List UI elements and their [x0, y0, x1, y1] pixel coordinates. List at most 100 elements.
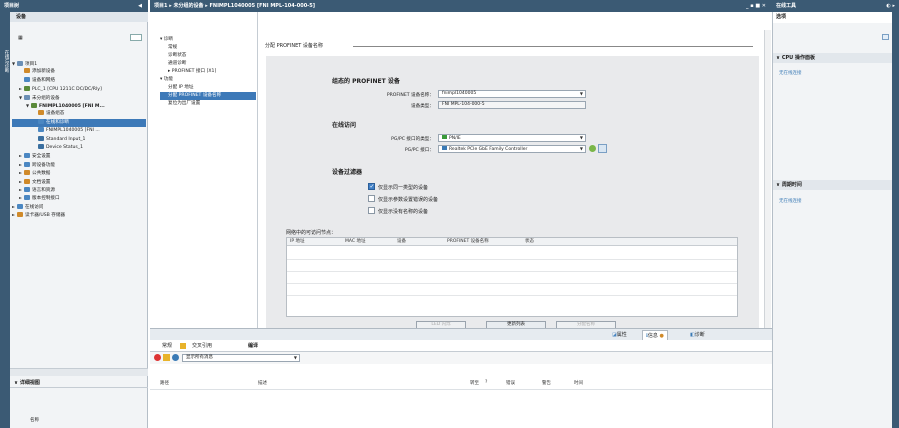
filter-no-name-label: 仅显示没有名称的设备 [378, 209, 429, 215]
tree-item[interactable]: ► PLC_1 [CPU 1211C DC/DC/Rly] [12, 85, 146, 93]
filter-same-type-label: 仅显示同一类型的设备 [378, 185, 429, 191]
nav-item[interactable]: ▾ 功能 [160, 76, 256, 84]
tree-item[interactable]: FNIMPL1040005 [FNI ... [12, 127, 146, 135]
tree-item[interactable]: 在线和诊断 [12, 118, 146, 127]
filter-same-type-checkbox[interactable] [368, 183, 375, 190]
message-filter-select[interactable]: 显示所有消息 [182, 354, 300, 362]
tree-item[interactable]: ► 公共数据 [12, 169, 146, 177]
project-tree-panel: 设备 ▦ ▼ 项目1 添加新设备 设备和网络 ► PLC_1 [CPU 1211C DC/… [10, 12, 148, 428]
tree-item[interactable]: Device Status_1 [12, 144, 146, 152]
options-pin-icon[interactable] [882, 34, 889, 40]
cycle-time-title: 周期时间 [781, 182, 802, 188]
tree-item-label: 语言和资源 [32, 188, 55, 193]
message-column-header[interactable]: 时间 [574, 380, 583, 386]
tree-item[interactable]: ► 在线访问 [12, 203, 146, 211]
iface-value: Realtek PCIe GbE Family Controller [449, 147, 528, 152]
message-column-header[interactable]: ? [485, 380, 487, 385]
table-column-header[interactable]: IP 地址 [290, 238, 304, 244]
main-vscrollbar[interactable] [764, 30, 771, 328]
nav-item[interactable]: ▾ 诊断 [160, 36, 256, 44]
tree-item[interactable]: Standard Input_1 [12, 135, 146, 144]
nav-item[interactable]: ▸ PROFINET 接口 [X1] [160, 68, 256, 76]
nav-item[interactable]: 通道诊断 [160, 60, 256, 68]
options-tab[interactable]: 选项 [773, 12, 893, 23]
table-column-header[interactable]: MAC 地址 [345, 238, 365, 244]
project-tree-titlebar: 项目树 ◀ [0, 0, 148, 12]
tab-general[interactable]: 常规 [158, 340, 176, 352]
filter-param-error-checkbox[interactable] [368, 195, 375, 202]
table-column-header[interactable]: 状态 [525, 238, 534, 244]
main-editor: 分配 PROFINET 设备名称 组态的 PROFINET 设备 PROFINE… [261, 12, 764, 329]
tree-item[interactable]: ► 语言和资源 [12, 186, 146, 194]
window-controls[interactable]: _ ▪ ■ ✕ [746, 0, 766, 12]
tab-compile[interactable]: 编译 [244, 340, 262, 352]
tree-item[interactable]: ► 跨设备功能 [12, 161, 146, 169]
tree-item[interactable]: ▼ 项目1 [12, 60, 146, 68]
warning-badge-icon [180, 343, 186, 349]
collapse-left-icon[interactable]: ◀ [138, 0, 142, 12]
tree-item[interactable]: ► 读卡器/USB 存储器 [12, 211, 146, 219]
side-tab-online-diag[interactable]: 在线与诊断 [1, 50, 9, 90]
device-name-input[interactable]: fnimpl1040005 [438, 90, 586, 98]
tree-item[interactable]: ► 版本控制接口 [12, 194, 146, 202]
tree-item-label: 在线和诊断 [46, 119, 69, 125]
warning-filter-icon[interactable] [163, 354, 170, 361]
device-type-field: FNI MPL-104-000-5 [438, 101, 586, 109]
nodes-table[interactable]: IP 地址 MAC 地址 设备 PROFINET 设备名称 状态 [286, 237, 738, 317]
properties-tab[interactable]: ◪属性 [612, 331, 627, 338]
tree-item[interactable]: ► 安全设置 [12, 152, 146, 160]
devices-tab[interactable]: 设备 [10, 12, 148, 22]
diagnostics-tab[interactable]: ◧诊断 [690, 331, 705, 338]
nav-item[interactable]: 诊断状态 [160, 52, 256, 60]
info-tab-label: 信息 [647, 333, 658, 339]
message-column-header[interactable]: 警告 [542, 380, 551, 386]
tree-node-icon [24, 161, 30, 167]
nav-item[interactable]: 分配 PROFINET 设备名称 [160, 92, 256, 100]
nav-item[interactable]: 复位为出厂设置 [160, 100, 256, 108]
nav-list: ▾ 诊断 常规 诊断状态 通道诊断 ▸ PROFINET 接口 [X1] ▾ 功能 分配 I… [160, 36, 256, 108]
table-column-header[interactable]: PROFINET 设备名称 [447, 238, 489, 244]
properties-tab-label: 属性 [616, 332, 627, 338]
iface-select[interactable]: Realtek PCIe GbE Family Controller [438, 145, 586, 153]
iface-type-value: PN/IE [449, 136, 461, 141]
table-column-header[interactable]: 设备 [397, 238, 406, 244]
message-column-header[interactable]: 转至 [470, 380, 479, 386]
message-column-header[interactable]: 路径 [160, 380, 169, 386]
details-view-header[interactable]: ∨ 详细视图 [10, 378, 148, 388]
tree-scrollbar[interactable] [10, 368, 148, 376]
message-column-header[interactable]: 错误 [506, 380, 515, 386]
tree-node-icon [38, 135, 44, 141]
cpu-panel-status: 无在线连接 [779, 71, 802, 76]
editor-titlebar: 项目1 ▸ 未分组的设备 ▸ FNIMPL1040005 [FNI MPL-10… [150, 0, 772, 12]
right-panel-controls[interactable]: ◐ ▸ [886, 0, 895, 12]
iface-settings-icon[interactable] [598, 144, 607, 153]
tree-item[interactable]: ▼ 未分组的设备 [12, 94, 146, 102]
right-side-strip[interactable] [892, 12, 899, 428]
cpu-panel-header[interactable]: ∨ CPU 操作面板 [773, 53, 893, 63]
message-filter-bar: 显示所有消息 [150, 352, 772, 364]
cycle-time-header[interactable]: ∨ 周期时间 [773, 180, 893, 190]
iface-type-select[interactable]: PN/IE [438, 134, 586, 142]
tree-toolbar: ▦ [10, 33, 148, 43]
iface-type-label: PG/PC 接口的类型： [391, 137, 434, 142]
tree-sync-icon[interactable] [130, 34, 142, 41]
info-filter-icon[interactable] [172, 354, 179, 361]
tree-item[interactable]: 添加新设备 [12, 68, 146, 76]
details-col-name: 名称 [30, 418, 39, 423]
tree-node-icon [38, 118, 44, 124]
filter-no-name-checkbox[interactable] [368, 207, 375, 214]
message-column-header[interactable]: 描述 [258, 380, 267, 386]
tree-item[interactable]: ▼ FNIMPL1040005 [FNI M... [12, 102, 146, 110]
tree-item-label: 未分组的设备 [32, 95, 60, 101]
message-table: 路径 描述 转至? 错误 警告 时间 [150, 364, 772, 428]
nav-item[interactable]: 常规 [160, 44, 256, 52]
tree-item[interactable]: 设备组态 [12, 110, 146, 118]
iface-status-icon[interactable] [589, 145, 596, 152]
tab-cross-reference[interactable]: 交叉引用 [188, 340, 216, 352]
tree-item[interactable]: 设备和网络 [12, 76, 146, 85]
tree-item[interactable]: ► 文档设置 [12, 178, 146, 186]
message-filter-value: 显示所有消息 [186, 355, 213, 360]
nav-item[interactable]: 分配 IP 地址 [160, 84, 256, 92]
error-filter-icon[interactable] [154, 354, 161, 361]
tree-view-icon[interactable]: ▦ [18, 35, 23, 41]
